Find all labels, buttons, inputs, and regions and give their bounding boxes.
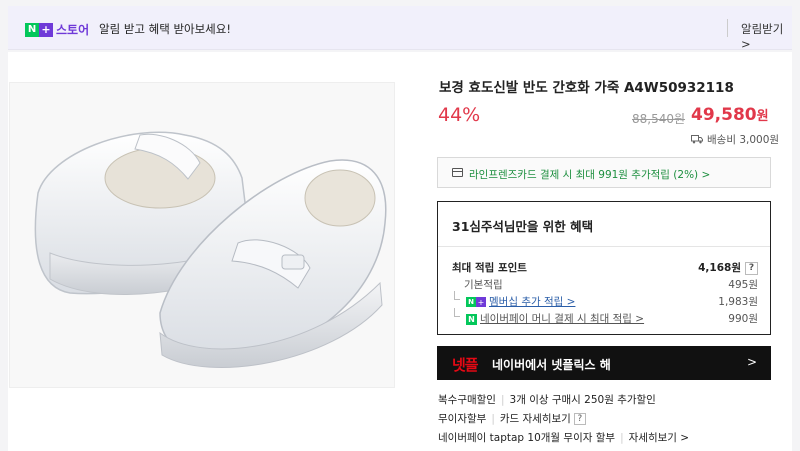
credit-card-icon [452, 168, 463, 177]
benefits-title: 31심주석님만을 위한 혜택 [452, 219, 594, 234]
taptap-detail-link[interactable]: 자세히보기 > [629, 432, 689, 444]
sale-price: 49,580원 [691, 105, 769, 125]
max-points-amount: 4,168원 [698, 262, 741, 274]
multi-discount-detail: 3개 이상 구매시 250원 추가할인 [509, 394, 656, 406]
product-title: 보경 효도신발 반도 간호화 가죽 A4W50932118 [439, 80, 734, 96]
points-row-label: 기본적립 [464, 279, 503, 291]
card-detail-link[interactable]: 카드 자세히보기 [500, 413, 571, 425]
alarm-subscribe-button[interactable]: 알림받기 > [741, 21, 792, 51]
help-icon[interactable]: ? [573, 413, 586, 425]
netflix-logo: 넷플 [452, 356, 479, 374]
plus-icon: + [39, 22, 53, 37]
divider: | [500, 394, 505, 406]
card-offer-banner[interactable]: 라인프렌즈카드 결제 시 최대 991원 추가적립 (2%) > [437, 157, 771, 188]
multi-purchase-discount: 복수구매할인 | 3개 이상 구매시 250원 추가할인 [438, 392, 656, 407]
max-points-value: 4,168원? [698, 260, 758, 275]
product-image[interactable] [9, 82, 395, 388]
notice-message: 알림 받고 혜택 받아보세요! [99, 22, 231, 36]
truck-icon [691, 135, 703, 144]
max-points-label: 최대 적립 포인트 [452, 262, 527, 274]
help-icon[interactable]: ? [745, 261, 758, 275]
interest-free-installment: 무이자할부 | 카드 자세히보기? [438, 411, 586, 426]
tree-connector [454, 291, 460, 300]
netflix-promo-banner[interactable]: 넷플 네이버에서 넷플릭스 해 > [437, 346, 771, 380]
naver-n-icon: N [25, 22, 39, 37]
points-row-value: 495원 [728, 279, 758, 291]
taptap-installment: 네이버페이 taptap 10개월 무이자 할부 | 자세히보기 > [438, 430, 689, 445]
member-benefits-panel: 31심주석님만을 위한 혜택 최대 적립 포인트 4,168원? 기본적립 49… [437, 201, 771, 335]
npay-points-link[interactable]: 네이버페이 머니 결제 시 최대 적립 > [480, 313, 644, 325]
tree-connector [454, 308, 460, 317]
naver-plus-membership-icon: N + [466, 297, 486, 307]
points-row-value: 1,983원 [718, 296, 758, 308]
netflix-promo-text: 네이버에서 넷플릭스 해 [492, 358, 611, 372]
shipping-fee-label: 배송비 3,000원 [707, 134, 780, 146]
store-notice-bar: N + 스토어 알림 받고 혜택 받아보세요! 알림받기 > [8, 6, 792, 51]
chevron-right-icon: > [746, 355, 757, 369]
points-row-label-wrap: N + 멤버십 추가 적립 > [466, 294, 575, 309]
naver-plus-store-logo: N + 스토어 [25, 21, 89, 38]
multi-discount-label: 복수구매할인 [438, 394, 496, 406]
points-row-label-wrap: N 네이버페이 머니 결제 시 최대 적립 > [466, 311, 644, 326]
interest-free-label: 무이자할부 [438, 413, 487, 425]
original-price: 88,540원 [632, 112, 686, 126]
points-row-value: 990원 [728, 313, 758, 325]
taptap-label: 네이버페이 taptap 10개월 무이자 할부 [438, 432, 616, 444]
divider: | [491, 413, 495, 425]
naver-pay-icon: N [466, 313, 477, 325]
discount-rate: 44% [438, 104, 481, 126]
store-label: 스토어 [56, 23, 90, 37]
shipping-fee: 배송비 3,000원 [691, 132, 779, 147]
membership-points-link[interactable]: 멤버십 추가 적립 > [489, 296, 575, 308]
divider [438, 246, 770, 247]
sale-price-value: 49,580 [691, 105, 757, 125]
divider [727, 19, 728, 37]
card-offer-text: 라인프렌즈카드 결제 시 최대 991원 추가적립 (2%) > [469, 169, 711, 181]
divider: | [620, 432, 624, 444]
sale-price-currency: 원 [756, 109, 769, 124]
white-shoes-illustration [34, 131, 387, 368]
